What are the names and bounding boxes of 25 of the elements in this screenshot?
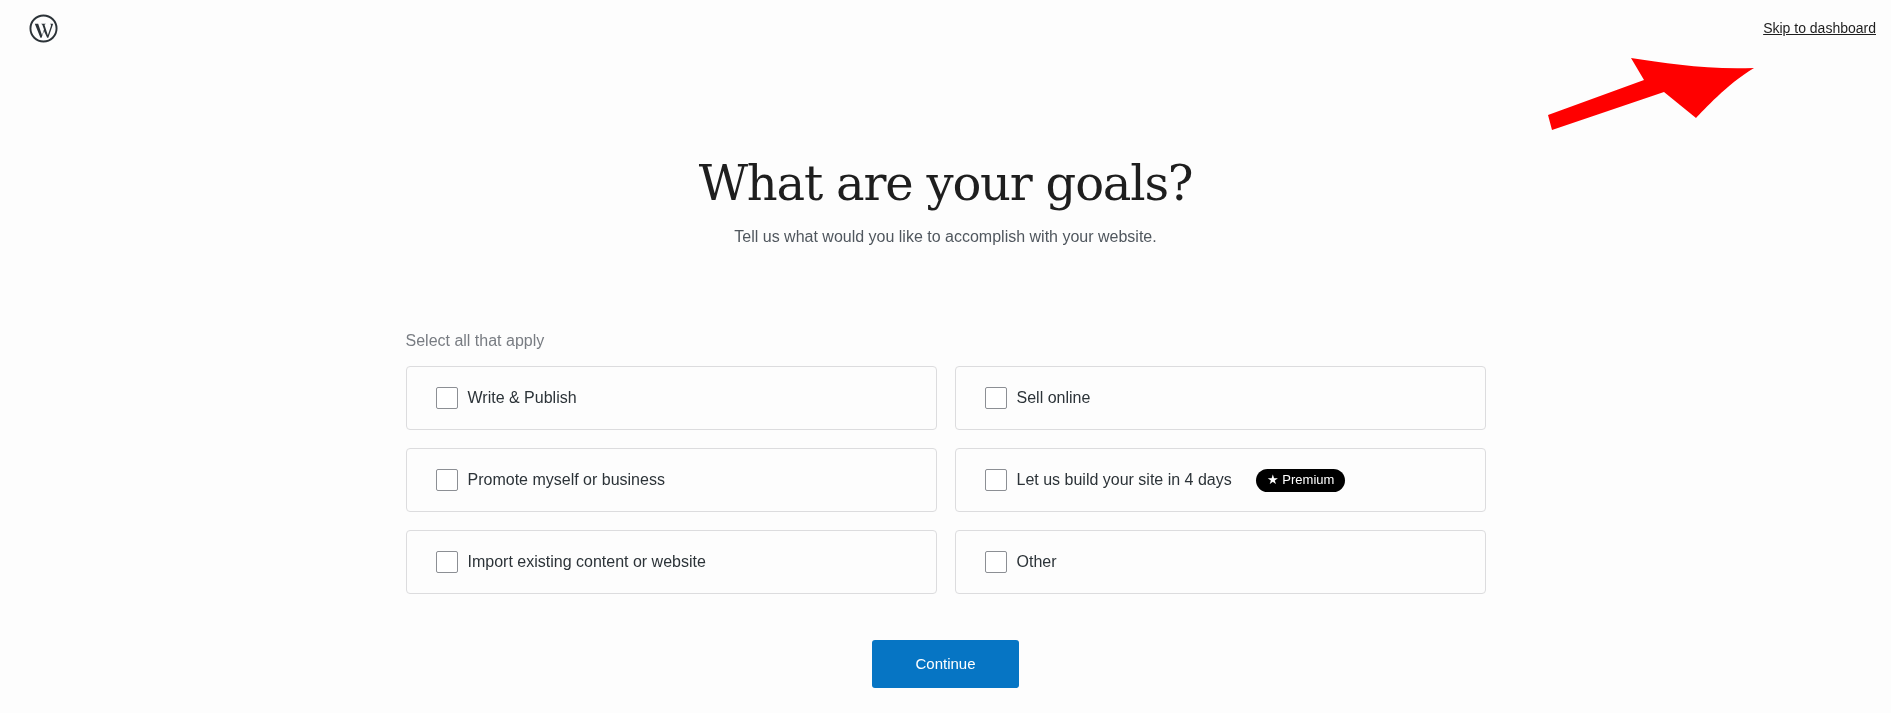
checkbox[interactable] xyxy=(984,387,1007,409)
select-hint: Select all that apply xyxy=(405,331,546,351)
goal-option[interactable]: Promote myself or business xyxy=(405,448,937,512)
option-label: Promote myself or business xyxy=(467,470,665,490)
goal-option[interactable]: Import existing content or website xyxy=(405,530,937,594)
checkbox[interactable] xyxy=(984,551,1007,573)
checkbox[interactable] xyxy=(984,469,1007,491)
page-subtitle: Tell us what would you like to accomplish with your website. xyxy=(734,227,1157,247)
option-label: Import existing content or website xyxy=(467,552,706,572)
option-label: Write & Publish xyxy=(467,388,577,408)
goal-option[interactable]: Other xyxy=(954,530,1486,594)
goal-option[interactable]: Sell online xyxy=(954,366,1486,430)
page-title: What are your goals? xyxy=(698,154,1193,213)
option-label: Other xyxy=(1016,552,1057,572)
checkbox[interactable] xyxy=(435,551,458,573)
checkbox[interactable] xyxy=(435,387,458,409)
option-label: Sell online xyxy=(1016,388,1091,408)
checkbox[interactable] xyxy=(435,469,458,491)
wordpress-logo-icon xyxy=(29,14,58,43)
continue-button[interactable]: Continue xyxy=(872,640,1019,688)
premium-badge: ★ Premium xyxy=(1255,468,1346,492)
option-label: Let us build your site in 4 days xyxy=(1016,470,1232,490)
goal-option[interactable]: Let us build your site in 4 days ★ Premium xyxy=(954,448,1486,512)
goal-option[interactable]: Write & Publish xyxy=(405,366,937,430)
skip-to-dashboard-link[interactable]: Skip to dashboard xyxy=(1763,18,1876,39)
